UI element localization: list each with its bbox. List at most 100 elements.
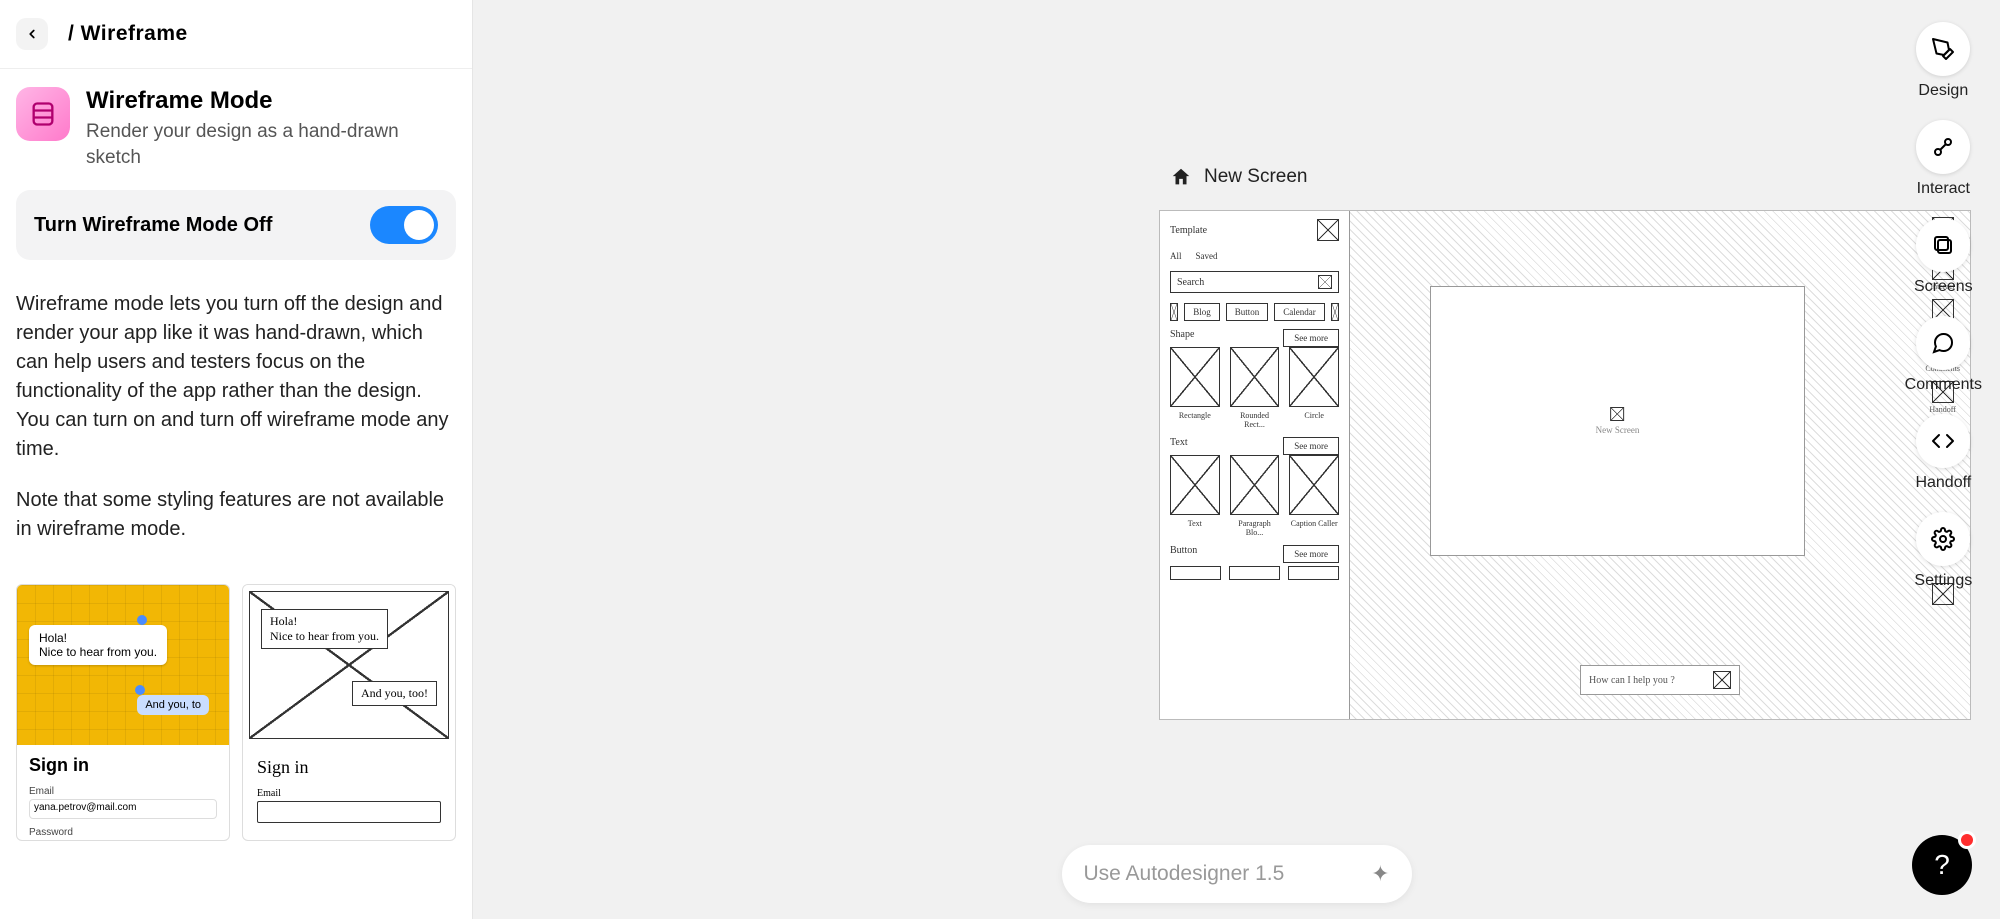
wf-chip[interactable]: Button — [1226, 303, 1269, 321]
preview-comparison: Hola! Nice to hear from you. And you, to… — [0, 584, 472, 841]
wf-thumb[interactable] — [1289, 455, 1339, 515]
chevron-left-icon[interactable] — [1170, 303, 1178, 321]
canvas[interactable]: New Screen Template All Saved Search Blo… — [473, 0, 2000, 919]
tool-label: Interact — [1917, 180, 1970, 198]
preview-bubble: Hola! Nice to hear from you. — [29, 625, 167, 665]
wf-caption: Caption Caller — [1289, 519, 1339, 537]
wf-caption: Paragraph Blo... — [1230, 519, 1280, 537]
help-icon: ? — [1934, 849, 1950, 881]
screen-name: New Screen — [1204, 166, 1308, 188]
tool-label: Screens — [1914, 278, 1973, 296]
tool-label: Design — [1918, 82, 1968, 100]
wireframe-note: Note that some styling features are not … — [16, 486, 456, 544]
wf-thumb[interactable] — [1230, 347, 1280, 407]
preview-sketch: Hola! Nice to hear from you. And you, to… — [242, 584, 456, 841]
tool-label: Handoff — [1915, 474, 1971, 492]
wf-tab-saved[interactable]: Saved — [1196, 251, 1218, 261]
mode-header: Wireframe Mode Render your design as a h… — [16, 87, 456, 170]
wf-see-more[interactable]: See more — [1283, 437, 1339, 455]
preview-designed-form: Sign in Email yana.petrov@mail.com Passw… — [17, 745, 229, 840]
back-button[interactable] — [16, 18, 48, 50]
tool-comments[interactable]: Comments — [1905, 316, 1982, 394]
screen-label[interactable]: New Screen — [1170, 166, 1308, 188]
wireframe-toggle-label: Turn Wireframe Mode Off — [34, 214, 272, 237]
wf-caption: Text — [1170, 519, 1220, 537]
wf-section-title: Shape — [1170, 329, 1194, 340]
wf-thumb[interactable] — [1170, 566, 1221, 580]
pencil-icon — [1931, 37, 1955, 61]
wf-search[interactable]: Search — [1170, 271, 1339, 293]
search-icon — [1318, 275, 1332, 289]
wf-templates-panel: Template All Saved Search Blog Button Ca… — [1160, 211, 1350, 719]
autodesigner-input[interactable]: Use Autodesigner 1.5 ✦ — [1062, 845, 1412, 903]
wireframe-frame[interactable]: Template All Saved Search Blog Button Ca… — [1159, 210, 1971, 720]
wf-see-more[interactable]: See more — [1283, 329, 1339, 347]
email-label: Email — [29, 786, 217, 797]
preview-designed-chat: Hola! Nice to hear from you. And you, to — [17, 585, 229, 745]
mode-subtitle: Render your design as a hand-drawn sketc… — [86, 119, 456, 170]
comment-icon — [1931, 331, 1955, 355]
breadcrumb: / Wireframe — [68, 22, 188, 46]
sidebar-header: / Wireframe — [0, 0, 472, 69]
wireframe-description: Wireframe mode lets you turn off the des… — [16, 290, 456, 464]
notification-badge — [1958, 831, 1976, 849]
help-button[interactable]: ? — [1912, 835, 1972, 895]
breadcrumb-page: Wireframe — [81, 22, 188, 45]
tool-label: Comments — [1905, 376, 1982, 394]
signin-title: Sign in — [29, 755, 217, 776]
wf-thumb[interactable] — [1289, 347, 1339, 407]
sidebar-body: Wireframe Mode Render your design as a h… — [0, 69, 472, 584]
signin-title-sketch: Sign in — [257, 757, 441, 778]
wf-search-placeholder: Search — [1177, 277, 1204, 288]
chevron-left-icon — [25, 27, 39, 41]
wf-section-title: Button — [1170, 545, 1197, 556]
tool-handoff[interactable]: Handoff — [1915, 414, 1971, 492]
wf-panel-title: Template — [1170, 225, 1207, 236]
wf-thumb[interactable] — [1230, 455, 1280, 515]
chevron-right-icon[interactable] — [1331, 303, 1339, 321]
wf-thumb[interactable] — [1170, 455, 1220, 515]
code-icon — [1931, 429, 1955, 453]
wf-center-label: New Screen — [1596, 425, 1640, 435]
placeholder-icon — [1610, 407, 1624, 421]
wf-chip[interactable]: Blog — [1184, 303, 1220, 321]
wireframe-mode-icon — [16, 87, 70, 141]
wf-prompt-placeholder: How can I help you ? — [1589, 675, 1675, 686]
mode-title: Wireframe Mode — [86, 87, 456, 115]
sketch-bubble-reply: And you, too! — [352, 681, 437, 706]
wf-thumb[interactable] — [1229, 566, 1280, 580]
wf-prompt-input[interactable]: How can I help you ? — [1580, 665, 1740, 695]
email-field-sketch — [257, 801, 441, 823]
wf-section-title: Text — [1170, 437, 1188, 448]
preview-sketch-chat: Hola! Nice to hear from you. And you, to… — [243, 585, 455, 745]
sparkle-icon — [1713, 671, 1731, 689]
sparkle-icon: ✦ — [1371, 861, 1389, 887]
tool-interact[interactable]: Interact — [1916, 120, 1970, 198]
wireframe-toggle-row: Turn Wireframe Mode Off — [16, 190, 456, 260]
tool-settings[interactable]: Settings — [1914, 512, 1972, 590]
gear-icon — [1931, 527, 1955, 551]
autodesigner-label: Use Autodesigner 1.5 — [1084, 862, 1285, 886]
wf-thumb[interactable] — [1170, 347, 1220, 407]
wf-see-more[interactable]: See more — [1283, 545, 1339, 563]
home-icon — [1170, 166, 1192, 188]
email-field: yana.petrov@mail.com — [29, 799, 217, 819]
wf-thumb[interactable] — [1288, 566, 1339, 580]
tool-screens[interactable]: Screens — [1914, 218, 1973, 296]
preview-bubble-reply: And you, to — [137, 695, 209, 715]
interact-icon — [1931, 135, 1955, 159]
tool-design[interactable]: Design — [1916, 22, 1970, 100]
tool-label: Settings — [1914, 572, 1972, 590]
wf-chip[interactable]: Calendar — [1274, 303, 1324, 321]
wireframe-toggle[interactable] — [370, 206, 438, 244]
breadcrumb-prefix: / — [68, 22, 81, 45]
close-icon[interactable] — [1317, 219, 1339, 241]
wf-center-placeholder[interactable]: New Screen — [1430, 286, 1805, 556]
password-label: Password — [29, 827, 217, 838]
preview-sketch-form: Sign in Email — [243, 745, 455, 831]
wf-tab-all[interactable]: All — [1170, 251, 1182, 261]
right-toolbar: Design Interact Screens Comments Handoff… — [1905, 22, 1982, 590]
sidebar: / Wireframe Wireframe Mode Render your d… — [0, 0, 473, 919]
wf-caption: Circle — [1289, 411, 1339, 429]
screens-icon — [1931, 233, 1955, 257]
